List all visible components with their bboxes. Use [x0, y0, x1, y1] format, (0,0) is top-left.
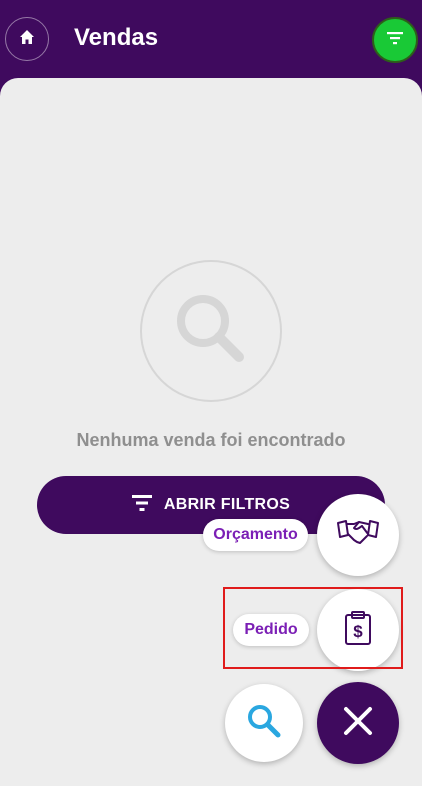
home-button[interactable]	[5, 17, 49, 61]
home-icon	[19, 29, 35, 50]
filter-button[interactable]	[372, 17, 418, 63]
orcamento-label: Orçamento	[213, 526, 298, 543]
app-bar: Vendas	[0, 0, 422, 78]
empty-state-message: Nenhuma venda foi encontrado	[76, 430, 346, 450]
search-button[interactable]	[225, 684, 303, 762]
filter-icon	[131, 494, 152, 517]
content-area: Nenhuma venda foi encontrado ABRIR FILTR…	[0, 78, 422, 786]
search-icon	[245, 702, 283, 745]
empty-state-circle	[140, 260, 282, 402]
handshake-icon	[336, 518, 380, 553]
close-icon	[343, 706, 373, 741]
close-fab-button[interactable]	[317, 682, 399, 764]
page-title: Vendas	[74, 24, 159, 51]
search-icon	[171, 289, 251, 374]
highlight-box	[223, 587, 403, 669]
orcamento-button[interactable]	[317, 494, 399, 576]
filter-icon	[387, 31, 403, 50]
orcamento-chip[interactable]: Orçamento	[203, 519, 308, 551]
open-filters-label: ABRIR FILTROS	[163, 496, 291, 513]
